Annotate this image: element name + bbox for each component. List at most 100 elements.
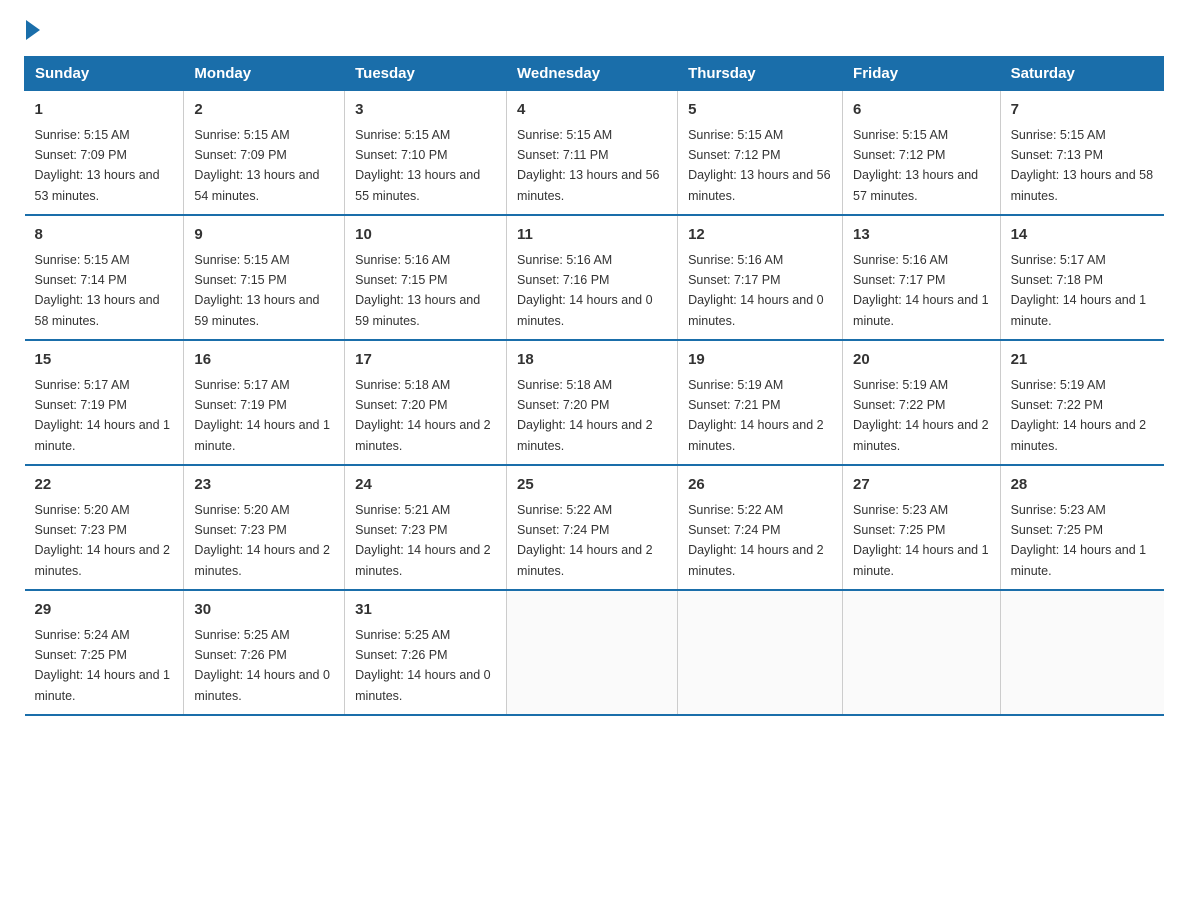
day-header-monday: Monday bbox=[184, 57, 345, 91]
day-info: Sunrise: 5:15 AMSunset: 7:14 PMDaylight:… bbox=[35, 253, 160, 328]
calendar-cell: 12 Sunrise: 5:16 AMSunset: 7:17 PMDayligh… bbox=[678, 215, 843, 340]
calendar-cell: 13 Sunrise: 5:16 AMSunset: 7:17 PMDayligh… bbox=[843, 215, 1001, 340]
day-header-saturday: Saturday bbox=[1000, 57, 1163, 91]
calendar-cell: 14 Sunrise: 5:17 AMSunset: 7:18 PMDayligh… bbox=[1000, 215, 1163, 340]
calendar-cell: 8Sunrise: 5:15 AMSunset: 7:14 PMDaylight… bbox=[25, 215, 184, 340]
calendar-cell: 9 Sunrise: 5:15 AMSunset: 7:15 PMDaylight… bbox=[184, 215, 345, 340]
day-info: Sunrise: 5:20 AMSunset: 7:23 PMDaylight:… bbox=[35, 503, 171, 578]
calendar-cell: 1 Sunrise: 5:15 AMSunset: 7:09 PMDaylight… bbox=[25, 91, 184, 216]
calendar-week-row: 22 Sunrise: 5:20 AMSunset: 7:23 PMDayligh… bbox=[25, 465, 1164, 590]
day-number: 5 bbox=[688, 99, 832, 122]
day-info: Sunrise: 5:20 AMSunset: 7:23 PMDaylight:… bbox=[194, 503, 330, 578]
day-number: 3 bbox=[355, 99, 496, 122]
calendar-cell: 26 Sunrise: 5:22 AMSunset: 7:24 PMDayligh… bbox=[678, 465, 843, 590]
calendar-cell: 3 Sunrise: 5:15 AMSunset: 7:10 PMDaylight… bbox=[345, 91, 507, 216]
calendar-cell: 6 Sunrise: 5:15 AMSunset: 7:12 PMDaylight… bbox=[843, 91, 1001, 216]
day-info: Sunrise: 5:17 AMSunset: 7:18 PMDaylight:… bbox=[1011, 253, 1147, 328]
calendar-table: SundayMondayTuesdayWednesdayThursdayFrid… bbox=[24, 56, 1164, 716]
calendar-cell: 11 Sunrise: 5:16 AMSunset: 7:16 PMDayligh… bbox=[507, 215, 678, 340]
calendar-cell: 29Sunrise: 5:24 AMSunset: 7:25 PMDayligh… bbox=[25, 590, 184, 715]
calendar-cell: 7 Sunrise: 5:15 AMSunset: 7:13 PMDaylight… bbox=[1000, 91, 1163, 216]
calendar-cell bbox=[843, 590, 1001, 715]
day-number: 30 bbox=[194, 599, 334, 622]
day-header-sunday: Sunday bbox=[25, 57, 184, 91]
calendar-cell: 23 Sunrise: 5:20 AMSunset: 7:23 PMDayligh… bbox=[184, 465, 345, 590]
day-number: 25 bbox=[517, 474, 667, 497]
day-number: 14 bbox=[1011, 224, 1154, 247]
day-number: 17 bbox=[355, 349, 496, 372]
day-number: 1 bbox=[35, 99, 174, 122]
day-info: Sunrise: 5:15 AMSunset: 7:12 PMDaylight:… bbox=[688, 128, 830, 203]
day-number: 12 bbox=[688, 224, 832, 247]
calendar-cell: 24Sunrise: 5:21 AMSunset: 7:23 PMDayligh… bbox=[345, 465, 507, 590]
day-info: Sunrise: 5:25 AMSunset: 7:26 PMDaylight:… bbox=[194, 628, 330, 703]
day-number: 20 bbox=[853, 349, 990, 372]
day-number: 26 bbox=[688, 474, 832, 497]
calendar-cell: 10Sunrise: 5:16 AMSunset: 7:15 PMDayligh… bbox=[345, 215, 507, 340]
calendar-cell: 27Sunrise: 5:23 AMSunset: 7:25 PMDayligh… bbox=[843, 465, 1001, 590]
day-number: 21 bbox=[1011, 349, 1154, 372]
calendar-cell: 30 Sunrise: 5:25 AMSunset: 7:26 PMDayligh… bbox=[184, 590, 345, 715]
day-number: 27 bbox=[853, 474, 990, 497]
day-info: Sunrise: 5:22 AMSunset: 7:24 PMDaylight:… bbox=[517, 503, 653, 578]
calendar-cell: 2Sunrise: 5:15 AMSunset: 7:09 PMDaylight… bbox=[184, 91, 345, 216]
day-header-thursday: Thursday bbox=[678, 57, 843, 91]
day-header-wednesday: Wednesday bbox=[507, 57, 678, 91]
day-info: Sunrise: 5:22 AMSunset: 7:24 PMDaylight:… bbox=[688, 503, 824, 578]
logo-arrow-icon bbox=[26, 20, 40, 40]
day-info: Sunrise: 5:16 AMSunset: 7:16 PMDaylight:… bbox=[517, 253, 653, 328]
page-header bbox=[24, 24, 1164, 40]
day-number: 9 bbox=[194, 224, 334, 247]
calendar-cell: 21 Sunrise: 5:19 AMSunset: 7:22 PMDayligh… bbox=[1000, 340, 1163, 465]
calendar-week-row: 29Sunrise: 5:24 AMSunset: 7:25 PMDayligh… bbox=[25, 590, 1164, 715]
day-info: Sunrise: 5:18 AMSunset: 7:20 PMDaylight:… bbox=[355, 378, 491, 453]
day-number: 18 bbox=[517, 349, 667, 372]
calendar-cell: 15 Sunrise: 5:17 AMSunset: 7:19 PMDayligh… bbox=[25, 340, 184, 465]
day-info: Sunrise: 5:15 AMSunset: 7:15 PMDaylight:… bbox=[194, 253, 319, 328]
calendar-cell: 17 Sunrise: 5:18 AMSunset: 7:20 PMDayligh… bbox=[345, 340, 507, 465]
day-info: Sunrise: 5:16 AMSunset: 7:15 PMDaylight:… bbox=[355, 253, 480, 328]
calendar-cell: 31 Sunrise: 5:25 AMSunset: 7:26 PMDayligh… bbox=[345, 590, 507, 715]
day-number: 16 bbox=[194, 349, 334, 372]
day-info: Sunrise: 5:17 AMSunset: 7:19 PMDaylight:… bbox=[194, 378, 330, 453]
calendar-cell: 25 Sunrise: 5:22 AMSunset: 7:24 PMDayligh… bbox=[507, 465, 678, 590]
day-info: Sunrise: 5:23 AMSunset: 7:25 PMDaylight:… bbox=[1011, 503, 1147, 578]
day-number: 6 bbox=[853, 99, 990, 122]
day-info: Sunrise: 5:16 AMSunset: 7:17 PMDaylight:… bbox=[853, 253, 989, 328]
calendar-cell: 22 Sunrise: 5:20 AMSunset: 7:23 PMDayligh… bbox=[25, 465, 184, 590]
day-number: 19 bbox=[688, 349, 832, 372]
day-info: Sunrise: 5:16 AMSunset: 7:17 PMDaylight:… bbox=[688, 253, 824, 328]
day-number: 4 bbox=[517, 99, 667, 122]
calendar-cell: 18 Sunrise: 5:18 AMSunset: 7:20 PMDayligh… bbox=[507, 340, 678, 465]
day-header-tuesday: Tuesday bbox=[345, 57, 507, 91]
day-info: Sunrise: 5:15 AMSunset: 7:10 PMDaylight:… bbox=[355, 128, 480, 203]
calendar-header-row: SundayMondayTuesdayWednesdayThursdayFrid… bbox=[25, 57, 1164, 91]
day-info: Sunrise: 5:18 AMSunset: 7:20 PMDaylight:… bbox=[517, 378, 653, 453]
day-header-friday: Friday bbox=[843, 57, 1001, 91]
day-number: 23 bbox=[194, 474, 334, 497]
calendar-cell bbox=[1000, 590, 1163, 715]
day-info: Sunrise: 5:15 AMSunset: 7:13 PMDaylight:… bbox=[1011, 128, 1153, 203]
calendar-cell: 28Sunrise: 5:23 AMSunset: 7:25 PMDayligh… bbox=[1000, 465, 1163, 590]
calendar-week-row: 8Sunrise: 5:15 AMSunset: 7:14 PMDaylight… bbox=[25, 215, 1164, 340]
calendar-cell: 19Sunrise: 5:19 AMSunset: 7:21 PMDayligh… bbox=[678, 340, 843, 465]
day-number: 24 bbox=[355, 474, 496, 497]
calendar-cell: 16 Sunrise: 5:17 AMSunset: 7:19 PMDayligh… bbox=[184, 340, 345, 465]
day-number: 15 bbox=[35, 349, 174, 372]
day-number: 7 bbox=[1011, 99, 1154, 122]
day-number: 11 bbox=[517, 224, 667, 247]
day-info: Sunrise: 5:15 AMSunset: 7:12 PMDaylight:… bbox=[853, 128, 978, 203]
day-info: Sunrise: 5:15 AMSunset: 7:09 PMDaylight:… bbox=[35, 128, 160, 203]
day-number: 29 bbox=[35, 599, 174, 622]
day-info: Sunrise: 5:17 AMSunset: 7:19 PMDaylight:… bbox=[35, 378, 171, 453]
day-number: 13 bbox=[853, 224, 990, 247]
calendar-week-row: 1 Sunrise: 5:15 AMSunset: 7:09 PMDaylight… bbox=[25, 91, 1164, 216]
day-info: Sunrise: 5:15 AMSunset: 7:11 PMDaylight:… bbox=[517, 128, 659, 203]
day-info: Sunrise: 5:19 AMSunset: 7:22 PMDaylight:… bbox=[853, 378, 989, 453]
calendar-week-row: 15 Sunrise: 5:17 AMSunset: 7:19 PMDayligh… bbox=[25, 340, 1164, 465]
calendar-cell: 4 Sunrise: 5:15 AMSunset: 7:11 PMDaylight… bbox=[507, 91, 678, 216]
day-info: Sunrise: 5:19 AMSunset: 7:22 PMDaylight:… bbox=[1011, 378, 1147, 453]
day-info: Sunrise: 5:25 AMSunset: 7:26 PMDaylight:… bbox=[355, 628, 491, 703]
day-number: 31 bbox=[355, 599, 496, 622]
day-number: 22 bbox=[35, 474, 174, 497]
